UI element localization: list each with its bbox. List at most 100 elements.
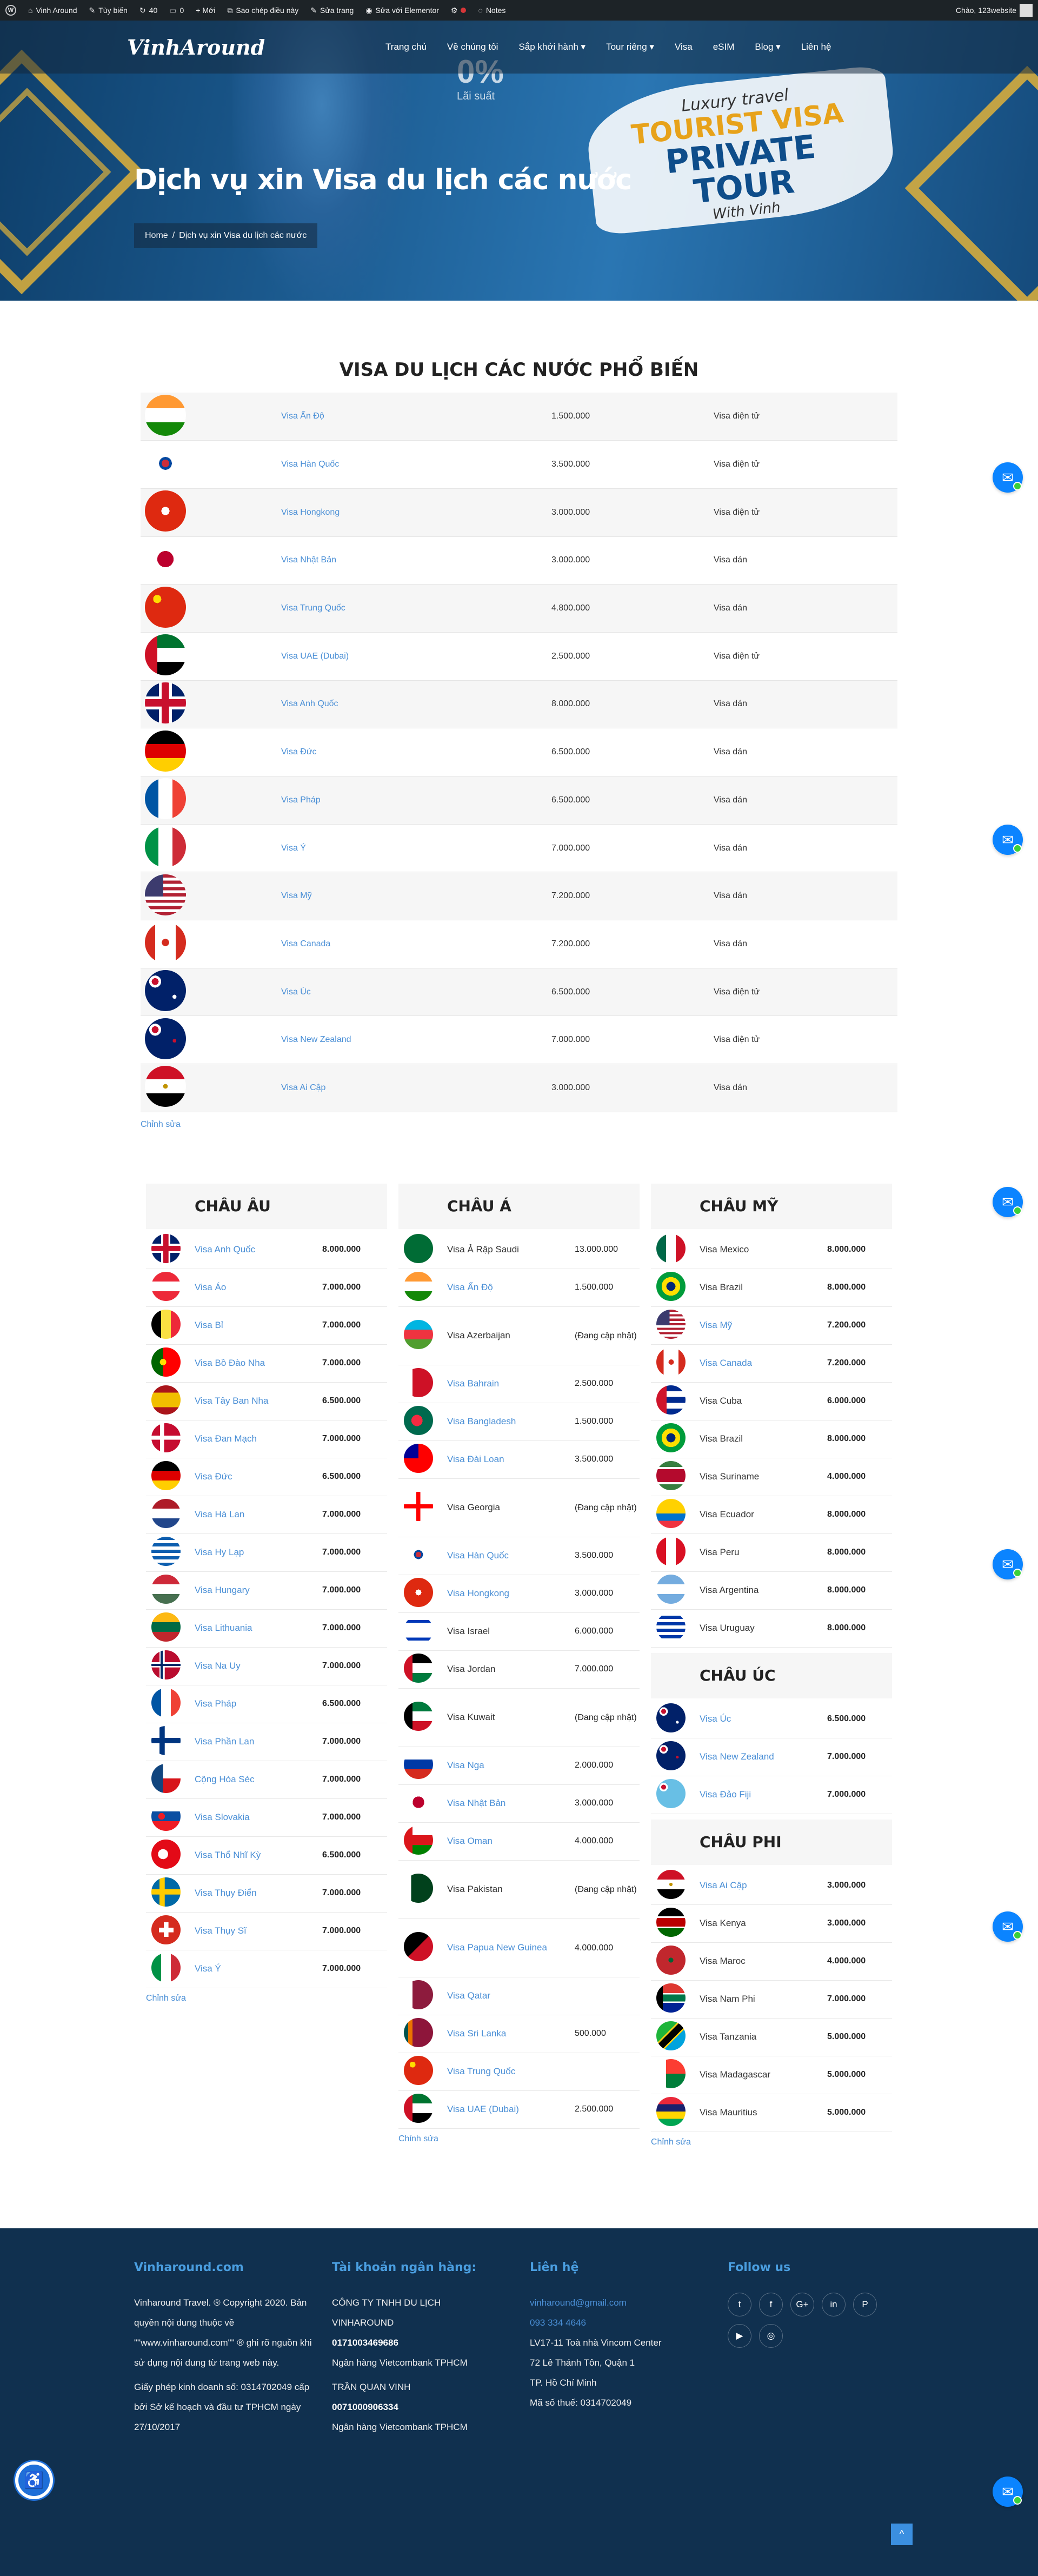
visa-type: Visa dán	[714, 603, 747, 613]
edit-link[interactable]: Chỉnh sửa	[146, 1994, 387, 2003]
google-plus-icon[interactable]: G+	[790, 2292, 814, 2316]
visa-link[interactable]: Visa Úc	[700, 1714, 731, 1724]
admin-elementor-link[interactable]: ◉ Sửa với Elementor	[365, 6, 439, 15]
admin-comments-link[interactable]: ▭ 0	[169, 6, 184, 15]
twitter-icon[interactable]: t	[728, 2292, 751, 2316]
admin-updates-link[interactable]: ↻ 40	[139, 6, 157, 15]
visa-link[interactable]: Visa Tây Ban Nha	[195, 1396, 268, 1406]
edit-link[interactable]: Chỉnh sửa	[398, 2134, 640, 2144]
visa-link[interactable]: Visa Pháp	[195, 1698, 236, 1709]
visa-link[interactable]: Visa Canada	[281, 939, 330, 948]
visa-link[interactable]: Visa Đài Loan	[447, 1454, 504, 1464]
visa-link[interactable]: Visa Ấn Độ	[281, 411, 324, 421]
visa-link[interactable]: Visa Nga	[447, 1760, 484, 1770]
admin-account-link[interactable]: Chào, 123website	[956, 4, 1033, 17]
visa-link[interactable]: Visa Pháp	[281, 795, 321, 805]
instagram-icon[interactable]: ◎	[759, 2323, 783, 2348]
messenger-icon[interactable]: ✉	[993, 825, 1023, 855]
visa-link[interactable]: Visa Sri Lanka	[447, 2028, 506, 2039]
visa-link[interactable]: Visa Hy Lạp	[195, 1547, 244, 1557]
visa-link[interactable]: Visa Hongkong	[447, 1588, 509, 1598]
visa-link[interactable]: Visa Ý	[195, 1963, 221, 1974]
nav-item[interactable]: Liên hệ	[801, 42, 831, 52]
admin-customize-link[interactable]: ✎ Tùy biến	[89, 6, 128, 15]
visa-link[interactable]: Visa Oman	[447, 1836, 493, 1846]
back-to-top-button[interactable]: ^	[891, 2523, 913, 2545]
messenger-icon[interactable]: ✉	[993, 1549, 1023, 1579]
visa-link[interactable]: Visa Thổ Nhĩ Kỳ	[195, 1850, 261, 1860]
visa-link[interactable]: Visa Ai Cập	[700, 1880, 747, 1890]
visa-link[interactable]: Cộng Hòa Séc	[195, 1774, 255, 1784]
edit-link[interactable]: Chỉnh sửa	[651, 2137, 892, 2147]
nav-item[interactable]: Tour riêng ▾	[606, 42, 654, 52]
facebook-icon[interactable]: f	[759, 2292, 783, 2316]
nav-item[interactable]: Sắp khởi hành ▾	[518, 42, 585, 52]
visa-link[interactable]: Visa Canada	[700, 1358, 752, 1368]
visa-link[interactable]: Visa Đảo Fiji	[700, 1789, 751, 1800]
accessibility-icon[interactable]: ♿	[15, 2461, 53, 2499]
pinterest-icon[interactable]: P	[853, 2292, 877, 2316]
visa-link[interactable]: Visa Đức	[195, 1471, 232, 1482]
admin-site-link[interactable]: ⌂ Vinh Around	[28, 6, 77, 15]
linkedin-icon[interactable]: in	[822, 2292, 846, 2316]
visa-link[interactable]: Visa UAE (Dubai)	[447, 2104, 519, 2114]
youtube-icon[interactable]: ▶	[728, 2323, 751, 2348]
visa-link[interactable]: Visa Na Uy	[195, 1661, 241, 1671]
admin-edit-page-link[interactable]: ✎ Sửa trang	[310, 6, 354, 15]
visa-link[interactable]: Visa Anh Quốc	[281, 699, 338, 708]
breadcrumb-home[interactable]: Home	[145, 231, 168, 241]
visa-link[interactable]: Visa Hà Lan	[195, 1509, 244, 1519]
visa-link[interactable]: Visa Đan Mạch	[195, 1433, 257, 1444]
footer-email-link[interactable]: vinharound@gmail.com	[530, 2298, 627, 2308]
nav-item[interactable]: Visa	[675, 42, 693, 52]
visa-link[interactable]: Visa Úc	[281, 987, 311, 997]
nav-item[interactable]: Blog ▾	[755, 42, 780, 52]
admin-notes-link[interactable]: ◌ Notes	[478, 6, 505, 15]
messenger-icon[interactable]: ✉	[993, 1187, 1023, 1217]
nav-item[interactable]: Trang chủ	[385, 42, 427, 52]
visa-link[interactable]: Visa Đức	[281, 747, 317, 756]
visa-link[interactable]: Visa New Zealand	[281, 1035, 351, 1044]
visa-link[interactable]: Visa Trung Quốc	[281, 603, 345, 613]
visa-link[interactable]: Visa UAE (Dubai)	[281, 652, 349, 661]
visa-link[interactable]: Visa Hàn Quốc	[281, 460, 339, 469]
visa-link[interactable]: Visa Slovakia	[195, 1812, 250, 1822]
nav-item[interactable]: Về chúng tôi	[447, 42, 498, 52]
site-logo[interactable]: VinhAround	[127, 35, 385, 59]
admin-status-dot[interactable]: ⚙	[451, 6, 467, 14]
visa-link[interactable]: Visa Ý	[281, 844, 306, 853]
visa-link[interactable]: Visa Thụy Điển	[195, 1888, 257, 1898]
visa-link[interactable]: Visa Mỹ	[700, 1320, 732, 1330]
visa-link[interactable]: Visa New Zealand	[700, 1751, 774, 1762]
visa-link[interactable]: Visa Qatar	[447, 1990, 490, 2001]
visa-link[interactable]: Visa Nhật Bản	[281, 555, 336, 565]
nav-item[interactable]: eSIM	[713, 42, 735, 52]
visa-link[interactable]: Visa Thụy Sĩ	[195, 1926, 247, 1936]
messenger-icon[interactable]: ✉	[993, 1911, 1023, 1942]
visa-link[interactable]: Visa Bangladesh	[447, 1416, 516, 1426]
visa-link[interactable]: Visa Bồ Đào Nha	[195, 1358, 265, 1368]
messenger-icon[interactable]: ✉	[993, 462, 1023, 493]
wordpress-logo-icon[interactable]: W	[5, 5, 16, 16]
admin-copy-link[interactable]: ⧉ Sao chép điều này	[227, 6, 298, 15]
visa-link[interactable]: Visa Áo	[195, 1282, 226, 1292]
admin-new-link[interactable]: + Mới	[196, 6, 215, 15]
visa-link[interactable]: Visa Phần Lan	[195, 1736, 254, 1747]
visa-link[interactable]: Visa Bahrain	[447, 1378, 499, 1389]
visa-link[interactable]: Visa Trung Quốc	[447, 2066, 515, 2076]
footer-phone-link[interactable]: 093 334 4646	[530, 2318, 586, 2328]
visa-link[interactable]: Visa Hàn Quốc	[447, 1550, 509, 1561]
visa-link[interactable]: Visa Ấn Độ	[447, 1282, 493, 1292]
visa-link[interactable]: Visa Hungary	[195, 1585, 250, 1595]
visa-link[interactable]: Visa Anh Quốc	[195, 1244, 255, 1254]
visa-link[interactable]: Visa Mỹ	[281, 891, 312, 900]
visa-link[interactable]: Visa Bỉ	[195, 1320, 223, 1330]
edit-link[interactable]: Chỉnh sửa	[141, 1120, 897, 1130]
visa-link[interactable]: Visa Papua New Guinea	[447, 1942, 547, 1953]
messenger-icon[interactable]: ✉	[993, 2477, 1023, 2507]
visa-link[interactable]: Visa Hongkong	[281, 508, 340, 517]
visa-link[interactable]: Visa Nhật Bản	[447, 1798, 505, 1808]
visa-price: 4.000.000	[827, 1956, 866, 1966]
visa-link[interactable]: Visa Ai Cập	[281, 1083, 325, 1092]
visa-link[interactable]: Visa Lithuania	[195, 1623, 252, 1633]
